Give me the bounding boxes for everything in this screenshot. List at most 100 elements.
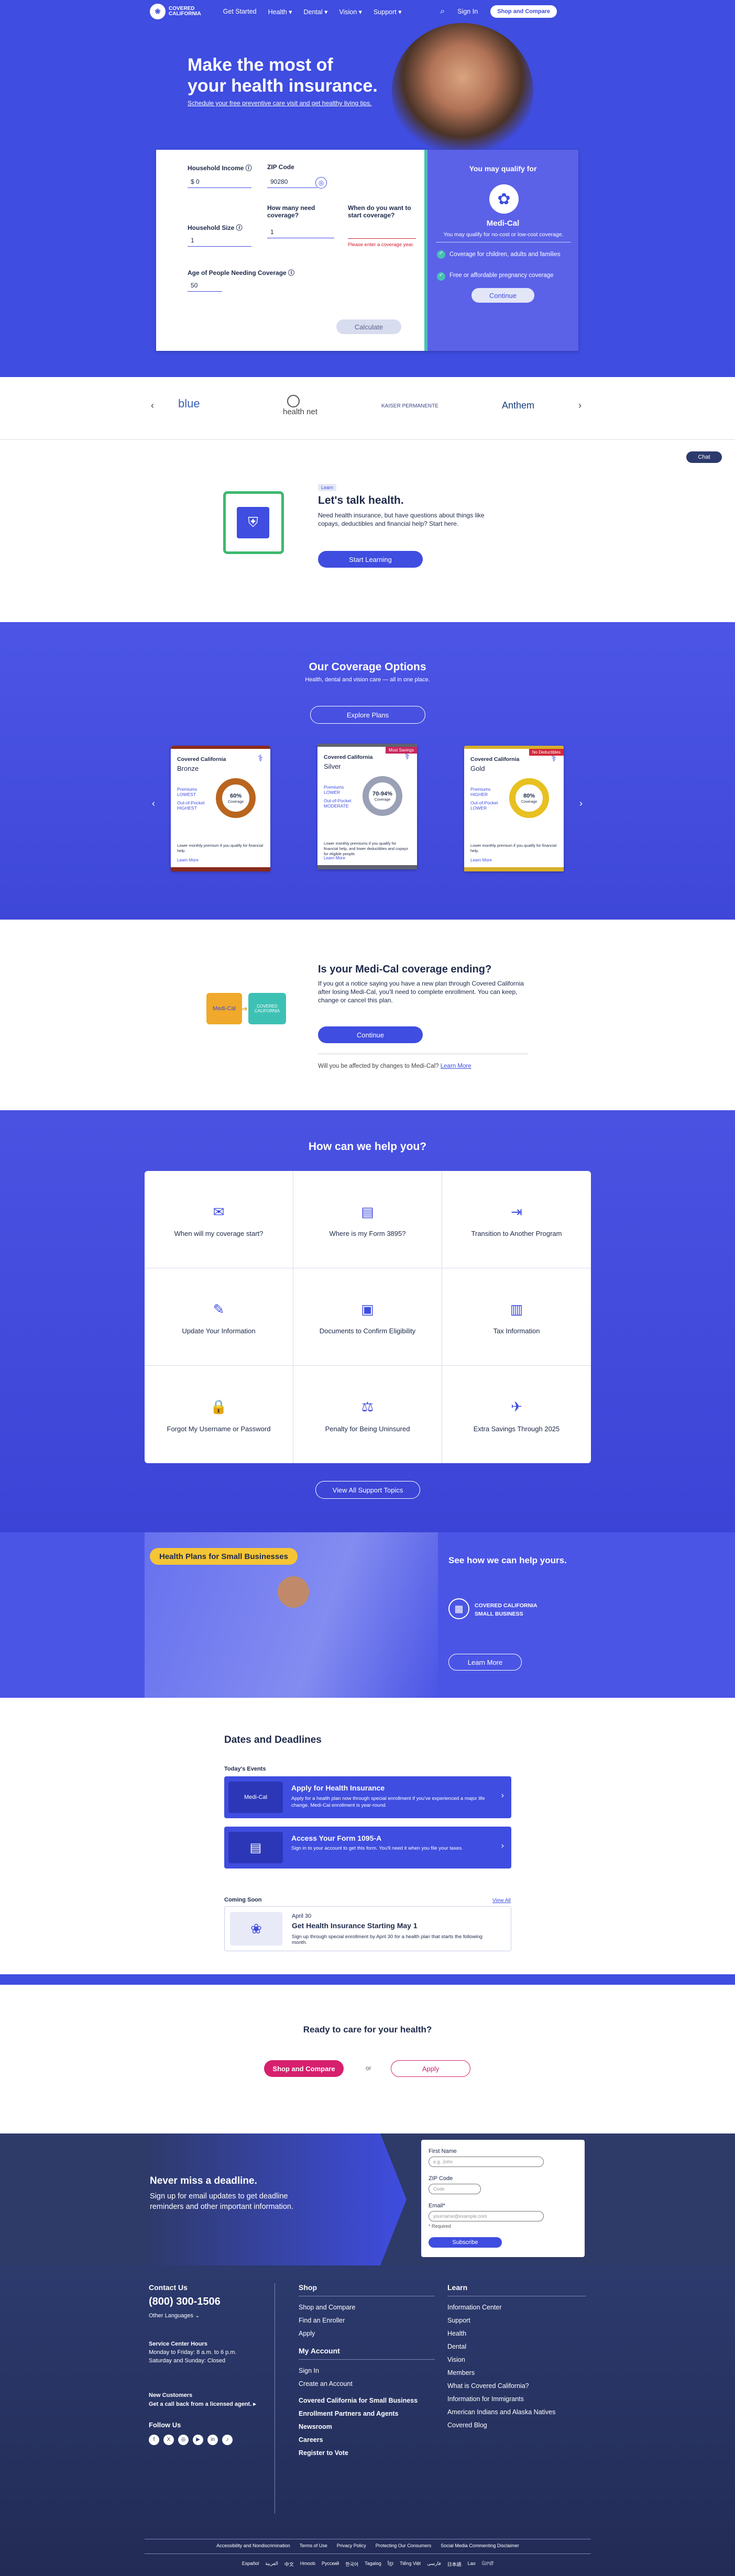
qualify-continue-button[interactable]: Continue: [471, 288, 534, 303]
help-item[interactable]: ▥ Tax Information: [442, 1268, 591, 1366]
x-icon[interactable]: X: [163, 2434, 174, 2445]
help-item[interactable]: ✈ Extra Savings Through 2025: [442, 1366, 591, 1463]
language-link[interactable]: Русский: [322, 2561, 339, 2568]
event-card-1095[interactable]: ▤ Access Your Form 1095-A Sign in to you…: [224, 1827, 511, 1869]
footer-link[interactable]: Health: [447, 2330, 586, 2337]
footer-link[interactable]: Sign In: [299, 2367, 435, 2374]
footer-link[interactable]: Information for Immigrants: [447, 2395, 586, 2403]
language-link[interactable]: Español: [242, 2561, 259, 2568]
language-link[interactable]: Hmoob: [300, 2561, 315, 2568]
footer-link[interactable]: Dental: [447, 2343, 586, 2350]
help-item[interactable]: ✉ When will my coverage start?: [145, 1171, 293, 1268]
coverage-year-select[interactable]: [348, 226, 416, 239]
footer-link[interactable]: Newsroom: [299, 2423, 435, 2430]
language-link[interactable]: Tiếng Việt: [400, 2561, 421, 2568]
footer-link[interactable]: Members: [447, 2369, 586, 2376]
legal-link[interactable]: Social Media Commenting Disclaimer: [441, 2543, 519, 2548]
linkedin-icon[interactable]: in: [207, 2434, 218, 2445]
legal-link[interactable]: Terms of Use: [300, 2543, 327, 2548]
nav-dental[interactable]: Dental ▾: [304, 8, 328, 16]
legal-link[interactable]: Protecting Our Consumers: [376, 2543, 432, 2548]
footer-link[interactable]: Support: [447, 2317, 586, 2324]
footer-link[interactable]: Create an Account: [299, 2380, 435, 2387]
coverage-card-2[interactable]: Covered California Gold ⚕ Premiums HIGHE…: [464, 746, 564, 871]
help-item[interactable]: ⚖ Penalty for Being Uninsured: [293, 1366, 442, 1463]
language-link[interactable]: 日本語: [447, 2561, 462, 2568]
ready-apply-button[interactable]: Apply: [391, 2060, 470, 2077]
view-all-link[interactable]: View All: [492, 1898, 511, 1904]
sign-in-link[interactable]: Sign In: [457, 8, 478, 15]
footer-link[interactable]: Information Center: [447, 2304, 586, 2311]
nav-vision[interactable]: Vision ▾: [339, 8, 362, 16]
nav-get-started[interactable]: Get Started: [223, 8, 257, 16]
language-link[interactable]: 中文: [284, 2561, 294, 2568]
chat-button[interactable]: Chat: [686, 451, 722, 463]
help-item[interactable]: 🔒 Forgot My Username or Password: [145, 1366, 293, 1463]
locate-icon[interactable]: ◎: [315, 177, 327, 189]
site-logo[interactable]: ❀ COVERED CALIFORNIA: [150, 4, 201, 19]
language-link[interactable]: Lao: [468, 2561, 476, 2568]
view-all-support-button[interactable]: View All Support Topics: [315, 1481, 420, 1499]
language-link[interactable]: ខ្មែរ: [388, 2561, 393, 2568]
language-link[interactable]: العربية: [265, 2561, 278, 2568]
coverage-count-select[interactable]: 1: [267, 226, 334, 238]
help-item[interactable]: ✎ Update Your Information: [145, 1268, 293, 1366]
language-link[interactable]: Tagalog: [365, 2561, 381, 2568]
coverage-next-icon[interactable]: ›: [579, 798, 583, 809]
footer-link[interactable]: Find an Enroller: [299, 2317, 435, 2324]
zip-input[interactable]: Code: [429, 2184, 481, 2194]
footer-link[interactable]: Careers: [299, 2436, 435, 2444]
coverage-prev-icon[interactable]: ‹: [152, 798, 155, 809]
footer-link[interactable]: Apply: [299, 2330, 435, 2337]
card-learn-more-link[interactable]: Learn More: [470, 858, 492, 863]
subscribe-button[interactable]: Subscribe: [429, 2237, 502, 2248]
facebook-icon[interactable]: f: [149, 2434, 159, 2445]
carousel-next-icon[interactable]: ›: [578, 400, 582, 411]
age-field[interactable]: 50: [188, 280, 222, 292]
nav-support[interactable]: Support ▾: [374, 8, 402, 16]
other-languages-dropdown[interactable]: Other Languages ⌄: [149, 2312, 269, 2319]
medical-learn-more-link[interactable]: Learn More: [441, 1063, 471, 1069]
explore-plans-button[interactable]: Explore Plans: [310, 706, 425, 724]
help-item[interactable]: ⇥ Transition to Another Program: [442, 1171, 591, 1268]
footer-link[interactable]: Covered Blog: [447, 2422, 586, 2429]
youtube-icon[interactable]: ▶: [193, 2434, 203, 2445]
medical-continue-button[interactable]: Continue: [318, 1026, 423, 1043]
instagram-icon[interactable]: ◎: [178, 2434, 189, 2445]
footer-link[interactable]: What is Covered California?: [447, 2382, 586, 2390]
shop-compare-button[interactable]: Shop and Compare: [490, 5, 557, 18]
carousel-prev-icon[interactable]: ‹: [151, 400, 154, 411]
footer-link[interactable]: American Indians and Alaska Natives: [447, 2408, 586, 2416]
hero-subtitle[interactable]: Schedule your free preventive care visit…: [188, 99, 378, 107]
tiktok-icon[interactable]: ♪: [222, 2434, 233, 2445]
footer-link[interactable]: Covered California for Small Business: [299, 2397, 435, 2404]
footer-link[interactable]: Shop and Compare: [299, 2304, 435, 2311]
email-input[interactable]: yourname@example.com: [429, 2211, 544, 2221]
language-link[interactable]: ਪੰਜਾਬੀ: [482, 2561, 494, 2568]
search-icon[interactable]: ⌕: [440, 7, 445, 16]
zip-field[interactable]: 90280: [267, 176, 317, 188]
help-item[interactable]: ▤ Where is my Form 3895?: [293, 1171, 442, 1268]
ready-shop-button[interactable]: Shop and Compare: [264, 2060, 344, 2077]
card-learn-more-link[interactable]: Learn More: [324, 856, 345, 860]
footer-link[interactable]: Enrollment Partners and Agents: [299, 2410, 435, 2417]
callback-link[interactable]: Get a call back from a licensed agent. ▸: [149, 2401, 269, 2407]
income-field[interactable]: $ 0: [188, 176, 251, 188]
language-link[interactable]: 한국어: [345, 2561, 358, 2568]
upcoming-event-card[interactable]: ❀ April 30 Get Health Insurance Starting…: [224, 1906, 511, 1951]
household-size-select[interactable]: 1: [188, 235, 251, 247]
coverage-card-0[interactable]: Covered California Bronze ⚕ Premiums LOW…: [171, 746, 270, 871]
footer-link[interactable]: Vision: [447, 2356, 586, 2363]
nav-health[interactable]: Health ▾: [268, 8, 292, 16]
event-card-apply[interactable]: Medi-Cal Apply for Health Insurance Appl…: [224, 1776, 511, 1818]
legal-link[interactable]: Privacy Policy: [337, 2543, 366, 2548]
footer-link[interactable]: Register to Vote: [299, 2449, 435, 2457]
small-business-learn-more-button[interactable]: Learn More: [448, 1654, 522, 1671]
legal-link[interactable]: Accessibility and Nondiscrimination: [216, 2543, 290, 2548]
start-learning-button[interactable]: Start Learning: [318, 551, 423, 568]
language-link[interactable]: فارسی: [427, 2561, 441, 2568]
footer-phone[interactable]: (800) 300-1506: [149, 2296, 269, 2308]
help-item[interactable]: ▣ Documents to Confirm Eligibility: [293, 1268, 442, 1366]
first-name-input[interactable]: e.g. John: [429, 2157, 544, 2167]
calculate-button[interactable]: Calculate: [336, 319, 401, 334]
